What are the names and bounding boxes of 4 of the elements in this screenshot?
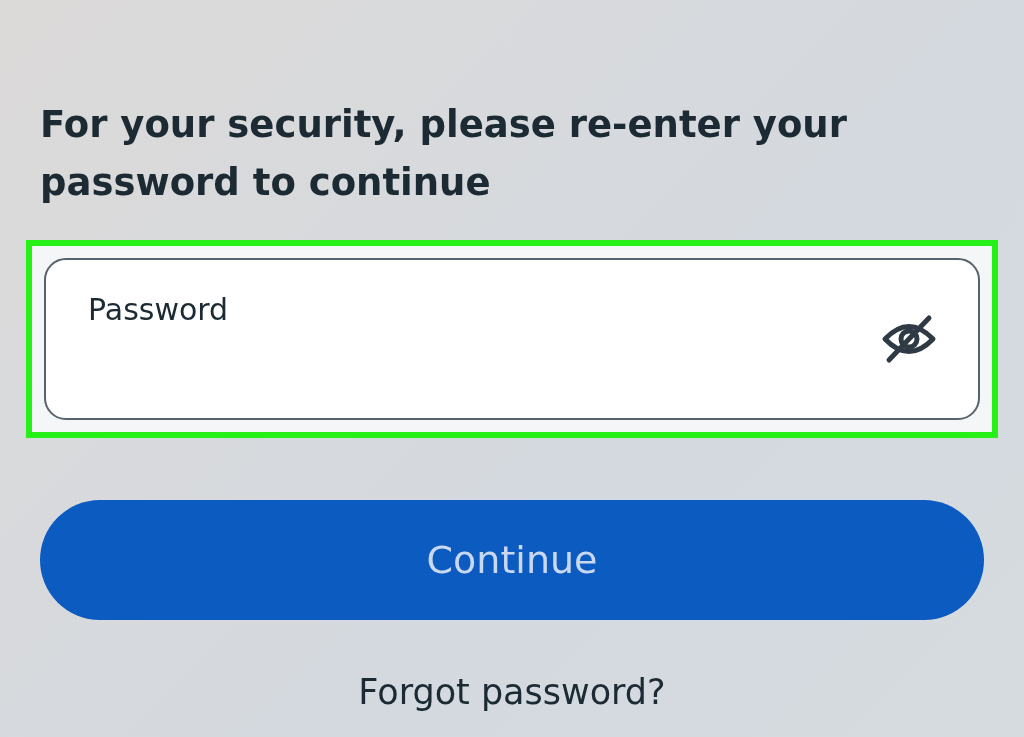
- password-field[interactable]: Password: [44, 258, 980, 420]
- continue-button[interactable]: Continue: [40, 500, 984, 620]
- security-prompt: For your security, please re-enter your password to continue: [40, 102, 848, 206]
- forgot-password-link[interactable]: Forgot password?: [358, 672, 666, 712]
